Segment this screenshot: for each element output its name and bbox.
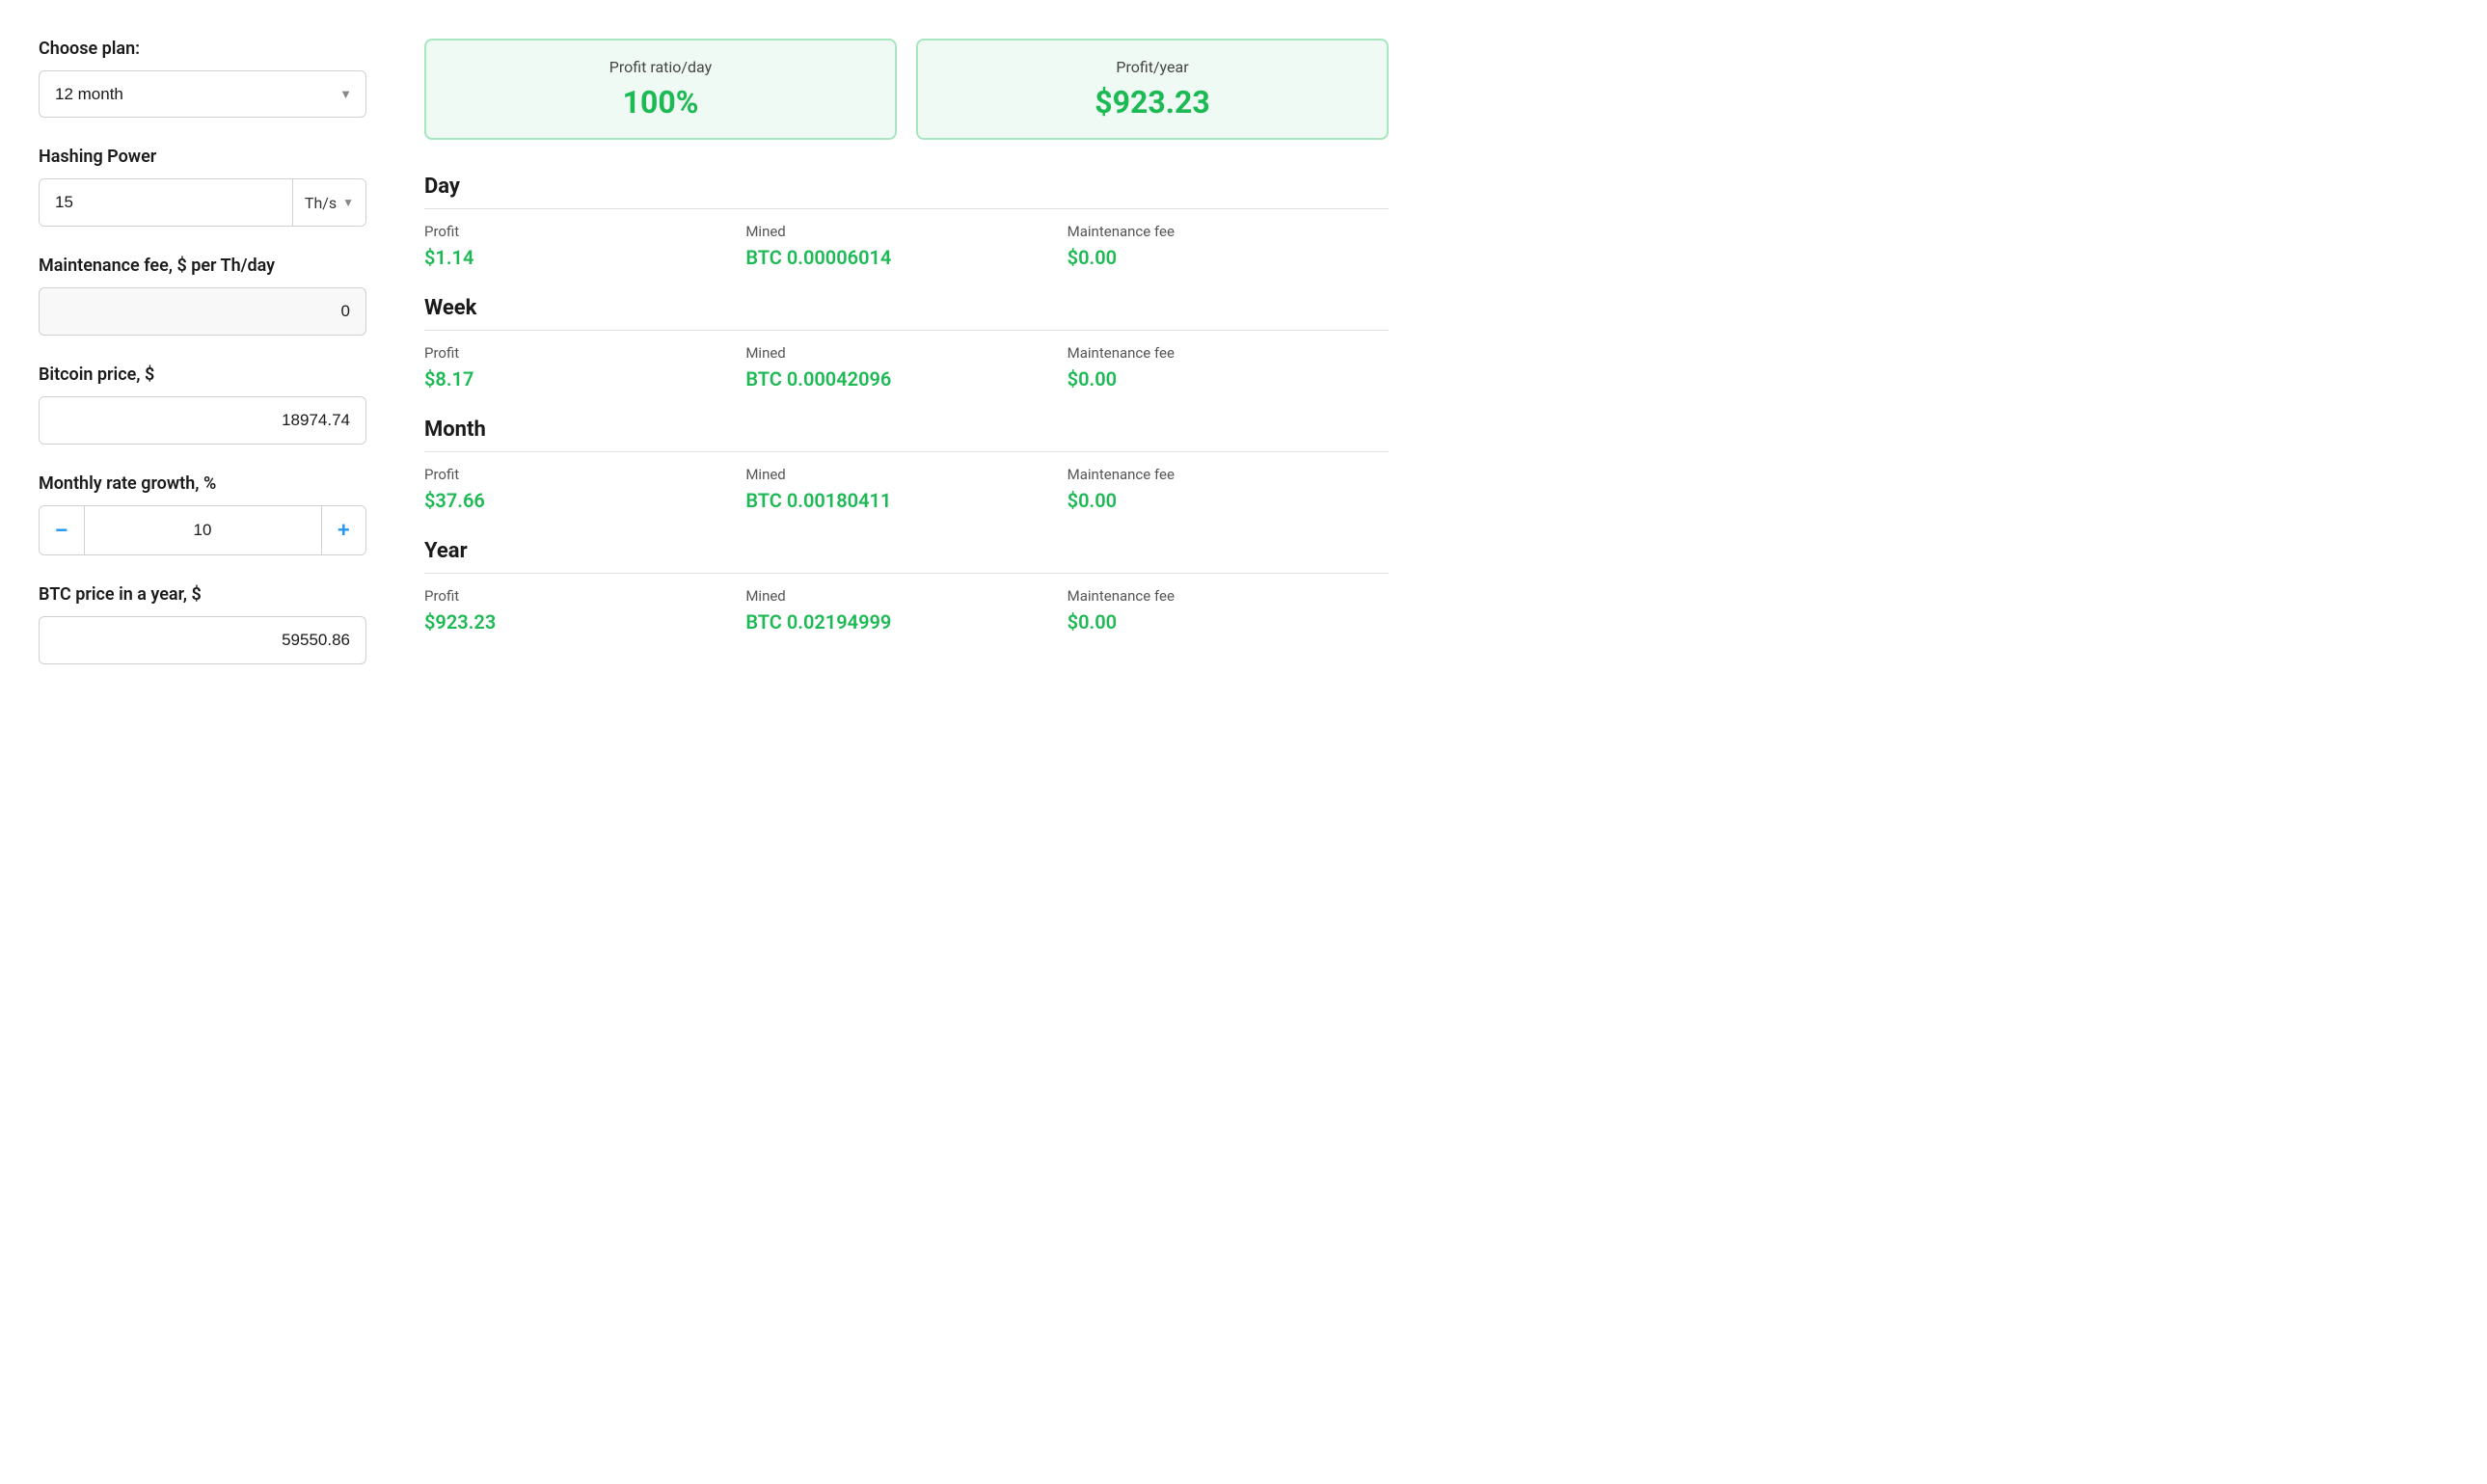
increment-button[interactable]: + <box>322 506 366 554</box>
hashing-unit-label: Th/s <box>305 194 337 212</box>
period-title-month: Month <box>424 418 1389 452</box>
mined-item-day: Mined BTC 0.00006014 <box>745 223 1067 269</box>
fee-value-year: $0.00 <box>1068 610 1389 634</box>
period-title-year: Year <box>424 539 1389 574</box>
profit-item-week: Profit $8.17 <box>424 344 745 391</box>
bitcoin-price-label: Bitcoin price, $ <box>39 364 366 385</box>
profit-label-month: Profit <box>424 466 745 483</box>
hashing-unit-selector[interactable]: Th/s ▼ <box>292 179 365 226</box>
fee-value-week: $0.00 <box>1068 367 1389 391</box>
btc-price-year-input[interactable] <box>39 616 366 664</box>
fee-item-week: Maintenance fee $0.00 <box>1068 344 1389 391</box>
maintenance-fee-label: Maintenance fee, $ per Th/day <box>39 256 366 276</box>
fee-value-day: $0.00 <box>1068 246 1389 269</box>
mined-label-week: Mined <box>745 344 1067 362</box>
fee-label-week: Maintenance fee <box>1068 344 1389 362</box>
bitcoin-price-group: Bitcoin price, $ <box>39 364 366 445</box>
period-title-day: Day <box>424 175 1389 209</box>
profit-value-day: $1.14 <box>424 246 745 269</box>
fee-item-day: Maintenance fee $0.00 <box>1068 223 1389 269</box>
mined-item-week: Mined BTC 0.00042096 <box>745 344 1067 391</box>
profit-ratio-label: Profit ratio/day <box>449 58 872 76</box>
summary-cards: Profit ratio/day 100% Profit/year $923.2… <box>424 39 1389 140</box>
bitcoin-price-input[interactable] <box>39 396 366 445</box>
profit-item-month: Profit $37.66 <box>424 466 745 512</box>
profit-ratio-card: Profit ratio/day 100% <box>424 39 897 140</box>
profit-year-label: Profit/year <box>941 58 1364 76</box>
profit-item-year: Profit $923.23 <box>424 587 745 634</box>
mined-value-day: BTC 0.00006014 <box>745 246 1067 269</box>
profit-value-week: $8.17 <box>424 367 745 391</box>
profit-year-card: Profit/year $923.23 <box>916 39 1389 140</box>
hashing-power-group: Hashing Power Th/s ▼ <box>39 147 366 227</box>
metrics-row-month: Profit $37.66 Mined BTC 0.00180411 Maint… <box>424 466 1389 512</box>
period-title-week: Week <box>424 296 1389 331</box>
hashing-power-input[interactable] <box>40 179 292 226</box>
choose-plan-group: Choose plan: 12 month 6 month 3 month 1 … <box>39 39 366 118</box>
hashing-power-label: Hashing Power <box>39 147 366 167</box>
fee-label-month: Maintenance fee <box>1068 466 1389 483</box>
monthly-rate-label: Monthly rate growth, % <box>39 473 366 494</box>
profit-year-value: $923.23 <box>941 84 1364 121</box>
decrement-button[interactable]: − <box>40 506 84 554</box>
main-container: Choose plan: 12 month 6 month 3 month 1 … <box>39 39 1389 693</box>
mined-item-month: Mined BTC 0.00180411 <box>745 466 1067 512</box>
fee-item-month: Maintenance fee $0.00 <box>1068 466 1389 512</box>
fee-label-year: Maintenance fee <box>1068 587 1389 605</box>
choose-plan-label: Choose plan: <box>39 39 366 59</box>
mined-label-day: Mined <box>745 223 1067 240</box>
profit-value-month: $37.66 <box>424 489 745 512</box>
fee-value-month: $0.00 <box>1068 489 1389 512</box>
profit-value-year: $923.23 <box>424 610 745 634</box>
metrics-row-week: Profit $8.17 Mined BTC 0.00042096 Mainte… <box>424 344 1389 391</box>
period-section-year: Year Profit $923.23 Mined BTC 0.02194999… <box>424 539 1389 634</box>
btc-price-year-label: BTC price in a year, $ <box>39 584 366 605</box>
mined-label-month: Mined <box>745 466 1067 483</box>
monthly-rate-group: Monthly rate growth, % − + <box>39 473 366 555</box>
stepper-row: − + <box>39 505 366 555</box>
period-section-month: Month Profit $37.66 Mined BTC 0.00180411… <box>424 418 1389 512</box>
plan-select[interactable]: 12 month 6 month 3 month 1 month <box>40 71 365 117</box>
monthly-rate-input[interactable] <box>84 506 322 554</box>
mined-value-year: BTC 0.02194999 <box>745 610 1067 634</box>
fee-label-day: Maintenance fee <box>1068 223 1389 240</box>
plan-select-wrapper[interactable]: 12 month 6 month 3 month 1 month ▼ <box>39 70 366 118</box>
maintenance-fee-group: Maintenance fee, $ per Th/day <box>39 256 366 336</box>
period-section-day: Day Profit $1.14 Mined BTC 0.00006014 Ma… <box>424 175 1389 269</box>
hashing-unit-arrow: ▼ <box>342 196 354 209</box>
metrics-row-day: Profit $1.14 Mined BTC 0.00006014 Mainte… <box>424 223 1389 269</box>
mined-value-month: BTC 0.00180411 <box>745 489 1067 512</box>
right-panel: Profit ratio/day 100% Profit/year $923.2… <box>424 39 1389 693</box>
left-panel: Choose plan: 12 month 6 month 3 month 1 … <box>39 39 366 693</box>
profit-label-day: Profit <box>424 223 745 240</box>
fee-item-year: Maintenance fee $0.00 <box>1068 587 1389 634</box>
hashing-row: Th/s ▼ <box>39 178 366 227</box>
metrics-row-year: Profit $923.23 Mined BTC 0.02194999 Main… <box>424 587 1389 634</box>
profit-item-day: Profit $1.14 <box>424 223 745 269</box>
profit-label-week: Profit <box>424 344 745 362</box>
profit-label-year: Profit <box>424 587 745 605</box>
maintenance-fee-input[interactable] <box>39 287 366 336</box>
periods-container: Day Profit $1.14 Mined BTC 0.00006014 Ma… <box>424 175 1389 634</box>
btc-price-year-group: BTC price in a year, $ <box>39 584 366 664</box>
mined-label-year: Mined <box>745 587 1067 605</box>
mined-value-week: BTC 0.00042096 <box>745 367 1067 391</box>
mined-item-year: Mined BTC 0.02194999 <box>745 587 1067 634</box>
period-section-week: Week Profit $8.17 Mined BTC 0.00042096 M… <box>424 296 1389 391</box>
profit-ratio-value: 100% <box>449 84 872 121</box>
